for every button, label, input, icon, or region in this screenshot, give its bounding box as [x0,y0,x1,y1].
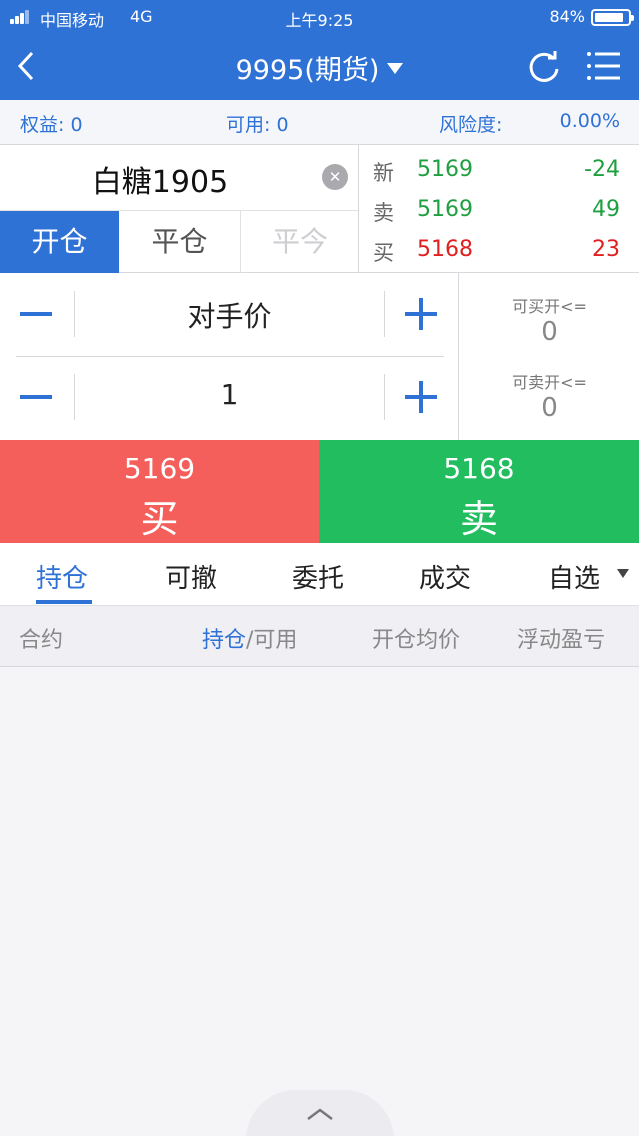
contract-input[interactable]: 白糖1905 [0,157,320,201]
col-position-highlight: 持仓 [202,628,247,653]
col-contract: 合约 [19,628,64,653]
nav-bar: 9995(期货) [0,34,639,100]
equity: 权益: 0 [20,110,83,137]
dropdown-caret-icon [387,63,404,74]
refresh-icon [529,51,559,82]
status-time: 上午9:25 [285,11,354,30]
bottom-tabs: 持仓 可撤 委托 成交 自选 [0,543,639,606]
sell-label: 卖 [459,497,498,541]
order-form: 对手价 1 可买开<= 0 可卖开<= 0 [0,273,639,440]
plus-icon[interactable] [405,381,437,413]
battery-icon [591,9,634,26]
account-summary-bar: 权益: 0 可用: 0 风险度: 0.00% [0,100,639,145]
contract-panel: 白糖1905 ✕ 开仓 平仓 平今 新 5169 -24 卖 5169 49 买… [0,145,639,273]
buy-open-value: 0 [541,317,558,347]
quote-volume: 49 [592,197,620,222]
clear-icon[interactable]: ✕ [322,164,348,190]
quote-volume: 23 [592,237,620,262]
pull-up-handle[interactable] [246,1090,394,1136]
quote-price: 5169 [417,157,473,182]
chevron-up-icon [307,1108,333,1120]
buy-open-label: 可买开<= [512,297,587,316]
tab-cancelable[interactable]: 可撤 [165,558,217,595]
tab-open[interactable]: 开仓 [0,211,119,273]
tab-watchlist[interactable]: 自选 [548,558,600,595]
quote-change: -24 [584,157,620,182]
sell-open-value: 0 [541,393,558,423]
status-bar: 中国移动 4G 上午9:25 84% [0,0,639,34]
header: 中国移动 4G 上午9:25 84% 9995(期货) [0,0,639,100]
quote-panel: 新 5169 -24 卖 5169 49 买 5168 23 [358,145,639,273]
equity-label: 权益: [20,114,65,136]
tab-close-today[interactable]: 平今 [240,211,359,273]
risk-label: 风险度: [439,114,503,136]
risk-value: 0.00% [559,110,620,132]
buy-button[interactable]: 5169 买 [0,440,319,543]
minus-icon[interactable] [20,299,52,329]
quote-row-ask: 卖 5169 49 [359,189,639,229]
open-limits: 可买开<= 0 可卖开<= 0 [458,273,639,440]
quote-row-last: 新 5169 -24 [359,149,639,189]
open-close-tabs: 开仓 平仓 平今 [0,210,358,273]
price-stepper: 对手价 [0,273,458,356]
available-value: 0 [276,114,289,136]
menu-button[interactable] [586,50,622,82]
sell-button[interactable]: 5168 卖 [319,440,639,543]
quote-label: 卖 [373,201,394,225]
buy-price: 5169 [123,452,196,485]
active-tab-indicator [36,600,92,604]
col-avg-price: 开仓均价 [372,628,461,653]
quote-price: 5169 [417,197,473,222]
available-label: 可用: [226,114,271,136]
minus-icon[interactable] [20,382,52,412]
plus-icon[interactable] [405,298,437,330]
battery-percent: 84% [549,7,585,26]
tab-orders[interactable]: 委托 [292,558,344,595]
refresh-button[interactable] [526,49,562,85]
quantity-field[interactable]: 1 [75,378,384,411]
col-position-rest: /可用 [246,628,298,653]
available: 可用: 0 [226,110,289,137]
sell-open-label: 可卖开<= [512,373,587,392]
page-title: 9995(期货) [235,55,380,86]
sell-price: 5168 [443,452,515,485]
quote-label: 新 [373,161,394,185]
dropdown-caret-icon[interactable] [617,569,629,578]
tab-positions[interactable]: 持仓 [36,558,88,595]
price-type-field[interactable]: 对手价 [75,295,384,335]
tab-close[interactable]: 平仓 [120,211,239,273]
menu-list-icon [587,52,620,80]
tab-trades[interactable]: 成交 [419,558,471,595]
quote-label: 买 [373,241,394,265]
quote-price: 5168 [417,237,473,262]
quantity-stepper: 1 [0,356,458,439]
col-position[interactable]: 持仓/可用 [202,622,297,654]
positions-table-header: 合约 持仓/可用 开仓均价 浮动盈亏 [0,606,639,667]
quote-row-bid: 买 5168 23 [359,229,639,269]
buy-label: 买 [140,497,179,541]
equity-value: 0 [70,114,83,136]
col-floating-pnl: 浮动盈亏 [517,628,606,653]
